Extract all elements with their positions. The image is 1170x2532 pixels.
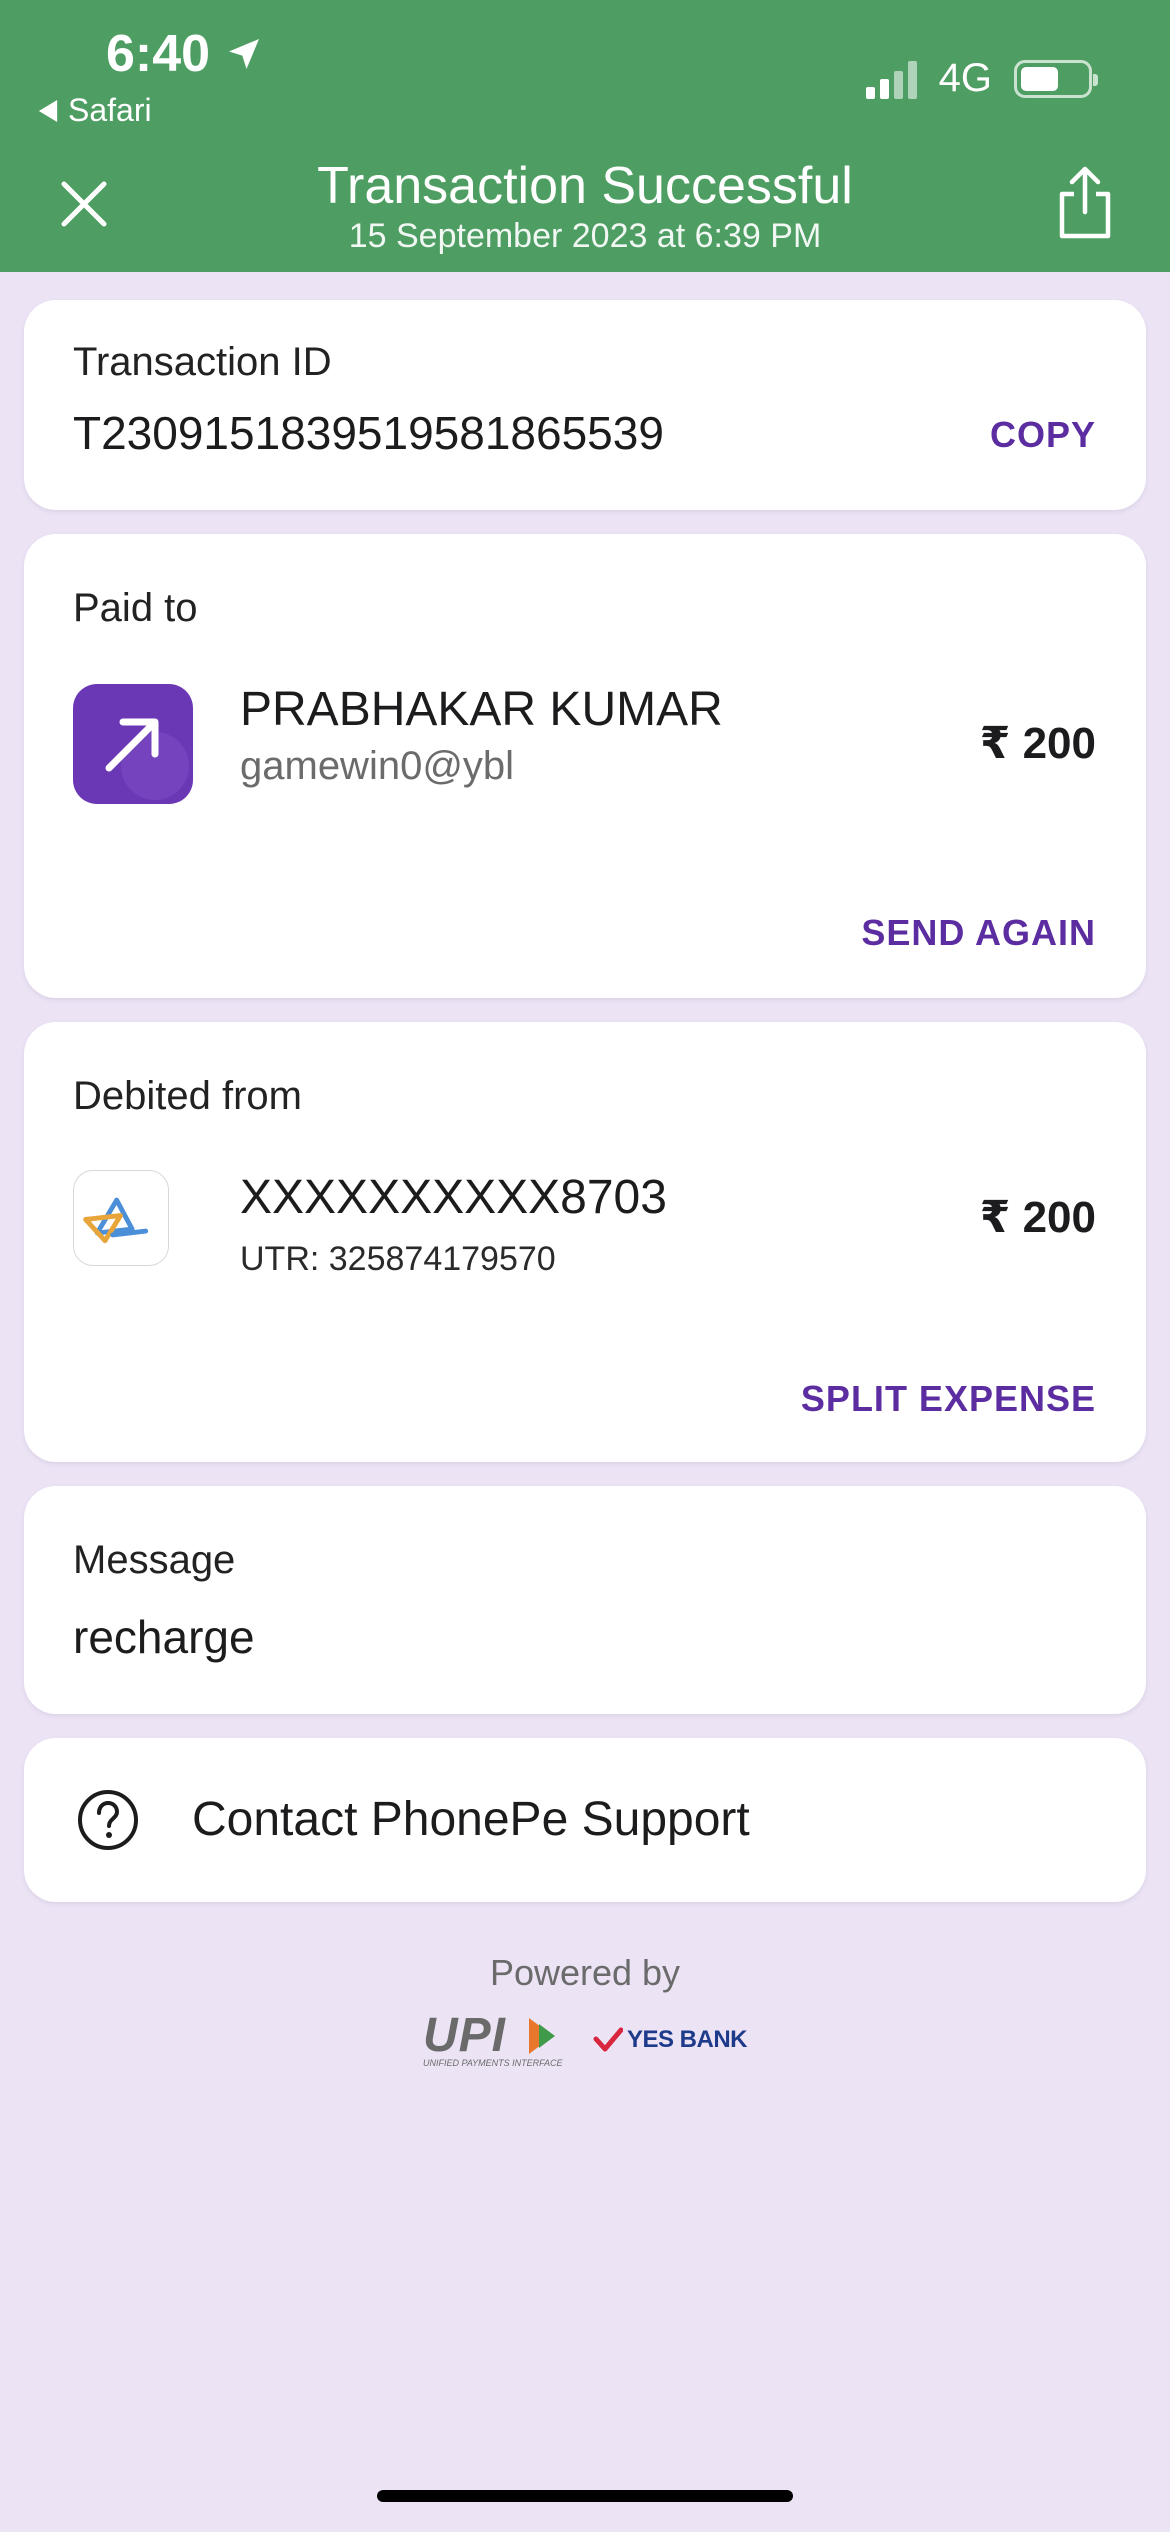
- upi-logo: UPI UNIFIED PAYMENTS INTERFACE: [423, 2012, 563, 2069]
- message-text: recharge: [73, 1611, 255, 1663]
- cellular-signal-icon: [865, 59, 917, 99]
- transaction-id-card: Transaction ID T2309151839519581865539 C…: [24, 300, 1146, 510]
- payee-name: PRABHAKAR KUMAR: [240, 683, 723, 736]
- arrow-up-right-icon: [105, 718, 189, 800]
- back-app-label: Safari: [68, 92, 152, 128]
- yes-bank-logo: YES BANK: [593, 2026, 748, 2054]
- battery-icon: [1014, 59, 1098, 98]
- transaction-datetime: 15 September 2023 at 6:39 PM: [348, 217, 822, 255]
- payee-upi-id: gamewin0@ybl: [240, 744, 515, 788]
- network-type: 4G: [938, 56, 992, 100]
- payee-avatar: [73, 684, 193, 804]
- help-circle-icon: [76, 1788, 140, 1852]
- checkmark-icon: [593, 2027, 623, 2052]
- back-to-app-link[interactable]: Safari: [38, 92, 152, 129]
- contact-support-label: Contact PhonePe Support: [192, 1793, 750, 1846]
- powered-by-label: Powered by: [489, 1952, 681, 1993]
- home-indicator[interactable]: [377, 2490, 793, 2502]
- contact-support-button[interactable]: Contact PhonePe Support: [24, 1738, 1146, 1902]
- upi-logo-subtext: UNIFIED PAYMENTS INTERFACE: [422, 2058, 563, 2068]
- status-indicators: 4G: [865, 56, 1098, 101]
- battery-fill: [1021, 66, 1059, 91]
- debited-from-card: Debited from XXXXXXXXXX8703 UTR: 3258741…: [24, 1022, 1146, 1462]
- location-arrow-icon: [229, 39, 260, 69]
- partner-logos: UPI UNIFIED PAYMENTS INTERFACE YES BANK: [0, 2012, 1170, 2069]
- debited-amount: ₹ 200: [979, 1193, 1096, 1242]
- transaction-id-value: T2309151839519581865539: [73, 407, 664, 459]
- utr-number: UTR: 325874179570: [240, 1240, 556, 1278]
- transaction-id-label: Transaction ID: [73, 340, 332, 384]
- paid-to-label: Paid to: [73, 586, 198, 630]
- header-bar: 6:40 Safari 4G Transaction Successful 15…: [0, 0, 1170, 272]
- yes-bank-text: YES BANK: [626, 2026, 748, 2053]
- debited-account-number: XXXXXXXXXX8703: [240, 1171, 667, 1224]
- debited-from-label: Debited from: [73, 1074, 302, 1118]
- split-expense-button[interactable]: SPLIT EXPENSE: [801, 1378, 1096, 1420]
- paid-to-card: Paid to PRABHAKAR KUMAR gamewin0@ybl ₹ 2…: [24, 534, 1146, 998]
- status-time-text: 6:40: [106, 25, 211, 83]
- paid-amount: ₹ 200: [979, 719, 1096, 768]
- share-icon: [1059, 166, 1111, 239]
- share-button[interactable]: [1054, 164, 1116, 242]
- bank-logo-icon: [73, 1170, 169, 1266]
- status-time: 6:40: [106, 24, 264, 84]
- page-title: Transaction Successful: [317, 157, 853, 215]
- message-label: Message: [73, 1538, 236, 1582]
- send-again-button[interactable]: SEND AGAIN: [861, 912, 1096, 954]
- back-triangle-icon: [38, 99, 58, 122]
- message-card: Message recharge: [24, 1486, 1146, 1714]
- copy-button[interactable]: COPY: [990, 414, 1096, 456]
